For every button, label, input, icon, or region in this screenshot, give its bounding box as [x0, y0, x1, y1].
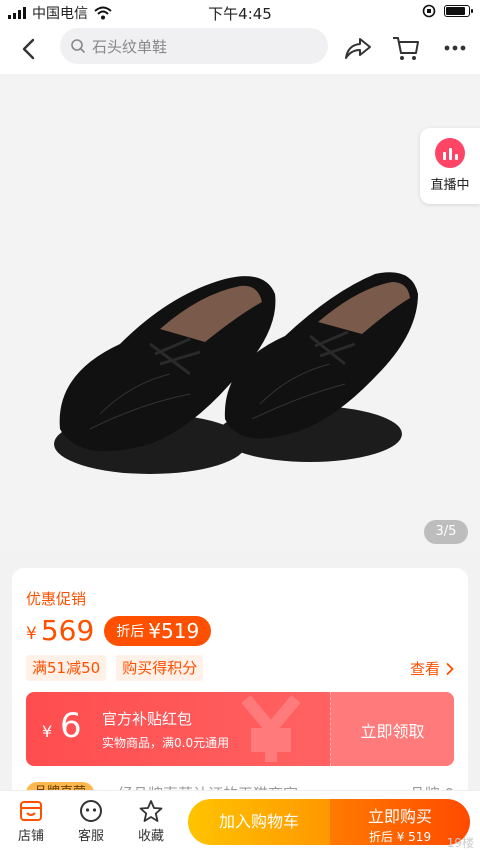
- top-nav: 石头纹单鞋: [0, 24, 480, 74]
- coupon-subtitle: 实物商品，满0.0元通用: [102, 736, 230, 750]
- product-image-gallery[interactable]: 直播中 3/5: [0, 74, 480, 552]
- discount-label: 折后: [116, 623, 145, 640]
- claim-coupon-label: 立即领取: [360, 722, 425, 741]
- promo-tag: 满51减50: [26, 655, 107, 681]
- discount-price-badge: 折后 ¥519: [104, 615, 212, 646]
- promo-title: 优惠促销: [26, 590, 87, 608]
- buy-now-label: 立即购买: [367, 807, 432, 826]
- live-label: 直播中: [430, 178, 470, 193]
- yen-watermark-icon: [241, 695, 301, 762]
- live-stream-badge[interactable]: 直播中: [420, 128, 480, 204]
- live-icon: [435, 138, 465, 168]
- price-value: 569: [40, 614, 95, 647]
- coupon-card[interactable]: ¥ 6 官方补贴红包 实物商品，满0.0元通用 立即领取: [26, 692, 454, 766]
- orientation-lock-icon: [422, 4, 436, 18]
- image-pager: 3/5: [424, 520, 468, 544]
- back-icon[interactable]: [14, 34, 44, 64]
- chevron-right-icon: [446, 662, 454, 675]
- status-time: 下午4:45: [208, 5, 272, 23]
- battery-icon: [444, 5, 473, 17]
- star-icon: [139, 800, 163, 822]
- add-to-cart-button[interactable]: 加入购物车: [188, 799, 330, 845]
- tab-service-label: 客服: [77, 829, 104, 844]
- claim-coupon-button[interactable]: 立即领取: [330, 692, 454, 766]
- customer-service-icon: [80, 800, 102, 822]
- discount-price: ¥519: [148, 618, 200, 643]
- coupon-amount: 6: [60, 706, 82, 746]
- search-icon: [71, 39, 85, 53]
- tab-store-label: 店铺: [17, 829, 44, 844]
- price-row: ¥ 569 折后 ¥519: [26, 614, 212, 647]
- watermark: 19楼: [446, 836, 474, 850]
- bottom-action-bar: 店铺 客服 收藏 加入购物车 立即购买 折后 ¥ 519: [0, 790, 480, 853]
- coupon-title: 官方补贴红包: [102, 710, 193, 728]
- tab-service[interactable]: 客服: [66, 799, 116, 844]
- tab-favorite[interactable]: 收藏: [126, 799, 176, 844]
- coupon-currency: ¥: [42, 722, 53, 741]
- share-icon[interactable]: [342, 33, 374, 63]
- view-promo-link[interactable]: 查看: [410, 658, 454, 679]
- store-icon: [20, 801, 42, 821]
- promo-tags: 满51减50 购买得积分: [26, 655, 204, 681]
- cart-icon[interactable]: [390, 33, 422, 63]
- search-input[interactable]: 石头纹单鞋: [60, 28, 328, 64]
- more-icon[interactable]: [440, 33, 470, 63]
- view-label: 查看: [409, 660, 440, 678]
- promo-card: 优惠促销 ¥ 569 折后 ¥519 满51减50 购买得积分 查看 ¥ 6 官…: [12, 568, 468, 808]
- product-image: [54, 272, 418, 474]
- tab-favorite-label: 收藏: [137, 829, 164, 844]
- price-currency: ¥: [26, 623, 37, 644]
- search-placeholder: 石头纹单鞋: [92, 37, 168, 56]
- status-bar: 中国电信 下午4:45: [0, 0, 480, 24]
- tab-store[interactable]: 店铺: [6, 799, 56, 844]
- promo-tag: 购买得积分: [116, 655, 204, 681]
